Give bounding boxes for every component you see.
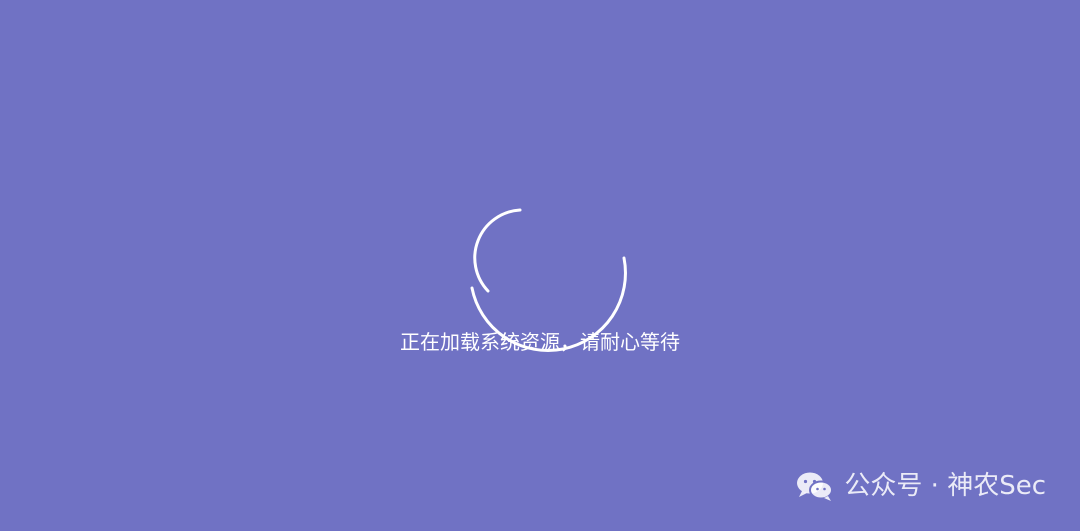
loading-message: 正在加载系统资源，请耐心等待 xyxy=(400,330,680,354)
loading-screen: 正在加载系统资源，请耐心等待 公众号 · 神农Sec xyxy=(0,0,1080,531)
watermark: 公众号 · 神农Sec xyxy=(794,469,1046,503)
wechat-icon xyxy=(797,472,834,501)
watermark-text: 公众号 · 神农Sec xyxy=(844,471,1046,501)
spinner-inner-arc xyxy=(473,208,522,293)
